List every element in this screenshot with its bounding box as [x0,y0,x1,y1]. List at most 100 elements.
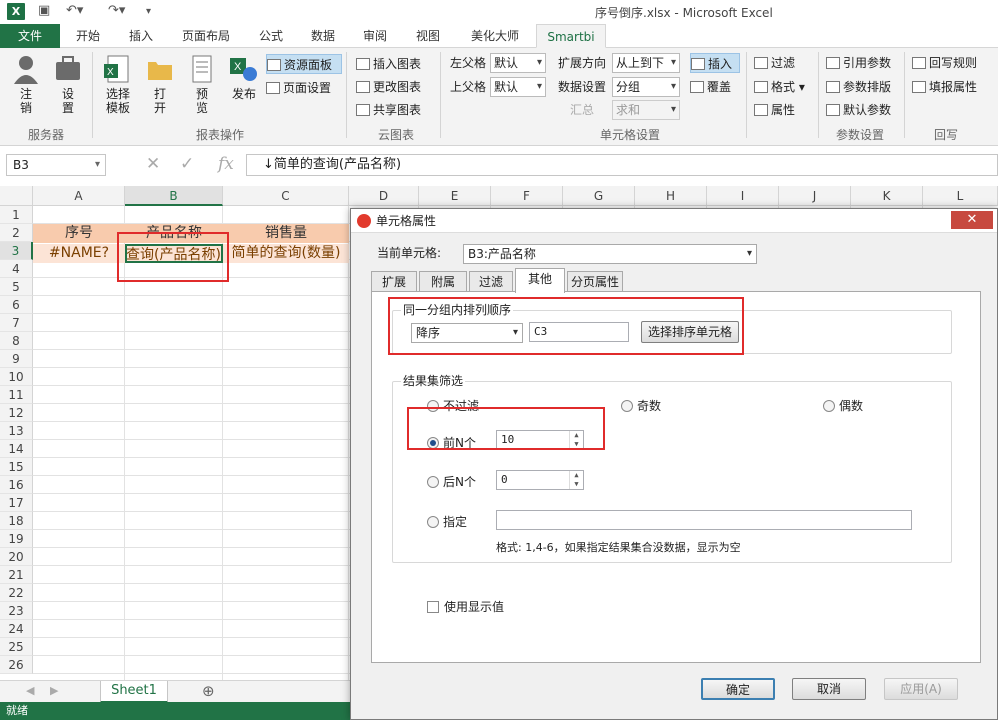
tab-beautify[interactable]: 美化大师 [458,24,532,48]
share-chart-button[interactable]: 共享图表 [356,100,421,120]
preview-button[interactable]: 预 览 [182,52,222,115]
column-header[interactable]: A [33,186,125,206]
current-cell-select[interactable]: B3:产品名称 [463,244,757,264]
change-chart-button[interactable]: 更改图表 [356,77,421,97]
scroll-left-icon[interactable]: ◀ [26,684,34,697]
column-header[interactable]: G [563,186,635,206]
tab-view[interactable]: 视图 [404,24,452,48]
ref-param-button[interactable]: 引用参数 [826,53,891,73]
param-layout-button[interactable]: 参数排版 [826,77,891,97]
row-header[interactable]: 26 [0,656,33,674]
tab-formulas[interactable]: 公式 [248,24,294,48]
insert-chart-button[interactable]: 插入图表 [356,54,421,74]
open-button[interactable]: 打 开 [140,52,180,115]
spinner-arrows-icon[interactable]: ▲ ▼ [569,471,583,489]
cell-c2[interactable]: 销售量 [223,224,349,243]
scroll-right-icon[interactable]: ▶ [50,684,58,697]
use-display-value-checkbox[interactable] [427,601,439,613]
page-setup-button[interactable]: 页面设置 [266,78,331,98]
insert-mode-button[interactable]: 插入 [690,53,740,73]
format-button[interactable]: 格式 ▾ [754,77,805,97]
sort-cell-input[interactable]: C3 [529,322,629,342]
bottom-n-radio[interactable] [427,476,439,488]
override-mode-button[interactable]: 覆盖 [690,77,731,97]
redo-icon[interactable]: ↷▾ [108,3,125,18]
row-header[interactable]: 10 [0,368,33,386]
column-header[interactable]: B [125,186,223,206]
tab-page-layout[interactable]: 页面布局 [170,24,242,48]
top-parent-select[interactable]: 默认 [490,77,546,97]
specify-radio[interactable] [427,516,439,528]
column-header[interactable]: H [635,186,707,206]
publish-button[interactable]: X 发布 [224,52,264,101]
select-all-corner[interactable] [0,186,33,206]
writeback-rule-button[interactable]: 回写规则 [912,53,977,73]
tab-attached[interactable]: 附属 [419,271,467,292]
row-header[interactable]: 25 [0,638,33,656]
customize-qat-icon[interactable]: ▾ [146,6,151,17]
insert-function-icon[interactable]: fx [218,154,234,174]
column-header[interactable]: I [707,186,779,206]
row-header[interactable]: 15 [0,458,33,476]
row-header[interactable]: 3 [0,242,33,260]
cancel-formula-icon[interactable]: ✕ [146,154,160,174]
save-icon[interactable]: ▣ [38,3,50,18]
sheet-tab-sheet1[interactable]: Sheet1 [100,681,168,703]
specify-input[interactable] [496,510,912,530]
row-header[interactable]: 13 [0,422,33,440]
row-header[interactable]: 24 [0,620,33,638]
cell-b3[interactable]: 简单的查询(产品名称) [125,244,223,263]
row-header[interactable]: 8 [0,332,33,350]
cell-c3[interactable]: 简单的查询(数量) [223,244,349,263]
tab-smartbi[interactable]: Smartbi [536,24,606,48]
tab-review[interactable]: 审阅 [352,24,398,48]
row-header[interactable]: 7 [0,314,33,332]
row-header[interactable]: 14 [0,440,33,458]
row-header[interactable]: 9 [0,350,33,368]
data-setting-select[interactable]: 分组 [612,77,680,97]
cell-a2[interactable]: 序号 [33,224,125,243]
bottom-n-spinner[interactable]: 0 ▲ ▼ [496,470,584,490]
row-header[interactable]: 11 [0,386,33,404]
fill-attr-button[interactable]: 填报属性 [912,77,977,97]
sort-order-select[interactable]: 降序 [411,323,523,343]
row-header[interactable]: 22 [0,584,33,602]
column-header[interactable]: J [779,186,851,206]
row-header[interactable]: 12 [0,404,33,422]
row-header[interactable]: 2 [0,224,33,242]
choose-sort-cell-button[interactable]: 选择排序单元格 [641,321,739,343]
left-parent-select[interactable]: 默认 [490,53,546,73]
tab-other[interactable]: 其他 [515,268,565,293]
tab-data[interactable]: 数据 [300,24,346,48]
tab-insert[interactable]: 插入 [116,24,166,48]
row-header[interactable]: 1 [0,206,33,224]
row-header[interactable]: 6 [0,296,33,314]
row-header[interactable]: 20 [0,548,33,566]
column-header[interactable]: L [923,186,998,206]
row-header[interactable]: 23 [0,602,33,620]
ok-button[interactable]: 确定 [701,678,775,700]
formula-input[interactable]: ↓简单的查询(产品名称) [246,154,998,176]
close-icon[interactable]: ✕ [951,211,993,229]
name-box[interactable]: B3 [6,154,106,176]
row-header[interactable]: 4 [0,260,33,278]
settings-button[interactable]: 设 置 [48,52,88,115]
column-header[interactable]: F [491,186,563,206]
row-header[interactable]: 17 [0,494,33,512]
column-header[interactable]: E [419,186,491,206]
row-header[interactable]: 18 [0,512,33,530]
tab-expand[interactable]: 扩展 [371,271,417,292]
attributes-button[interactable]: 属性 [754,100,795,120]
confirm-formula-icon[interactable]: ✓ [180,154,194,174]
top-n-radio[interactable] [427,437,439,449]
resource-panel-button[interactable]: 资源面板 [266,54,342,74]
row-header[interactable]: 19 [0,530,33,548]
filter-button[interactable]: 过滤 [754,53,795,73]
cell-a3[interactable]: #NAME? [33,244,125,263]
expand-direction-select[interactable]: 从上到下 [612,53,680,73]
tab-home[interactable]: 开始 [64,24,112,48]
spinner-arrows-icon[interactable]: ▲ ▼ [569,431,583,449]
even-radio[interactable] [823,400,835,412]
cell-b2[interactable]: 产品名称 [125,224,223,243]
logout-button[interactable]: 注 销 [6,52,46,115]
